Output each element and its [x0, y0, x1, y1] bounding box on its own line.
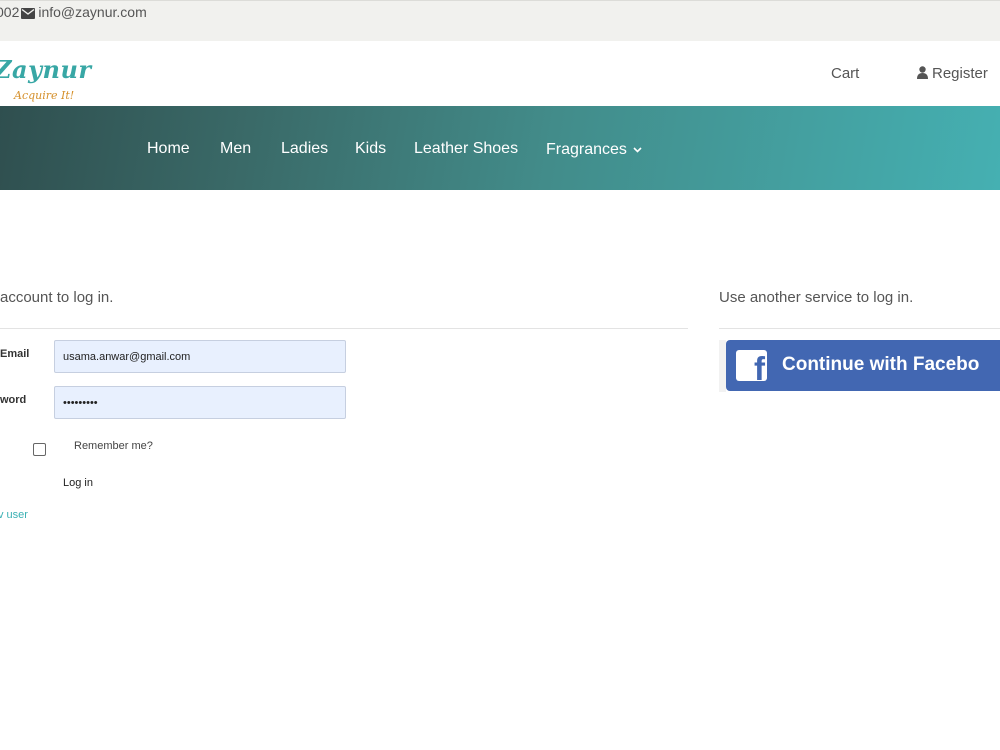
external-login-title: Use another service to log in.: [719, 289, 914, 306]
nav-kids[interactable]: Kids: [355, 140, 386, 158]
register-label: Register: [932, 65, 988, 82]
user-icon: [917, 66, 928, 83]
chevron-down-icon: [633, 140, 642, 158]
contact-topbar: 002 info@zaynur.com: [0, 0, 1000, 42]
envelope-icon: [21, 6, 36, 22]
email-label: Email: [0, 348, 30, 360]
cart-link[interactable]: Cart: [831, 65, 859, 82]
contact-info: 002 info@zaynur.com: [0, 4, 147, 22]
facebook-button-label: Continue with Facebo: [782, 354, 980, 375]
phone-number: 002: [0, 4, 20, 20]
nav-leather-shoes[interactable]: Leather Shoes: [414, 140, 518, 158]
register-link[interactable]: Register: [917, 65, 988, 83]
nav-fragrances-label: Fragrances: [546, 141, 627, 158]
divider: [0, 328, 688, 329]
nav-fragrances[interactable]: Fragrances: [546, 140, 642, 159]
divider: [719, 328, 1000, 329]
remember-me-checkbox[interactable]: [33, 443, 46, 456]
main-navigation: Home Men Ladies Kids Leather Shoes Fragr…: [0, 106, 1000, 190]
password-label: word: [0, 394, 27, 406]
remember-me-label: Remember me?: [74, 440, 153, 452]
button-backdrop: [719, 340, 726, 392]
site-header: Zaynur Acquire It! Cart Register: [0, 41, 1000, 106]
facebook-icon: f: [736, 350, 767, 385]
local-login-title: account to log in.: [0, 289, 114, 306]
email-address[interactable]: info@zaynur.com: [38, 4, 146, 20]
nav-home[interactable]: Home: [147, 140, 190, 158]
login-button[interactable]: Log in: [63, 477, 93, 489]
facebook-login-button[interactable]: f Continue with Facebo: [726, 340, 1000, 391]
register-new-user-link[interactable]: v user: [0, 509, 28, 521]
logo-wordmark: Zaynur: [0, 55, 92, 84]
email-input[interactable]: [54, 340, 346, 373]
password-input[interactable]: [54, 386, 346, 419]
nav-men[interactable]: Men: [220, 140, 251, 158]
logo-tagline: Acquire It!: [14, 89, 75, 102]
zaynur-logo[interactable]: Zaynur Acquire It!: [0, 49, 94, 107]
nav-ladies[interactable]: Ladies: [281, 140, 328, 158]
